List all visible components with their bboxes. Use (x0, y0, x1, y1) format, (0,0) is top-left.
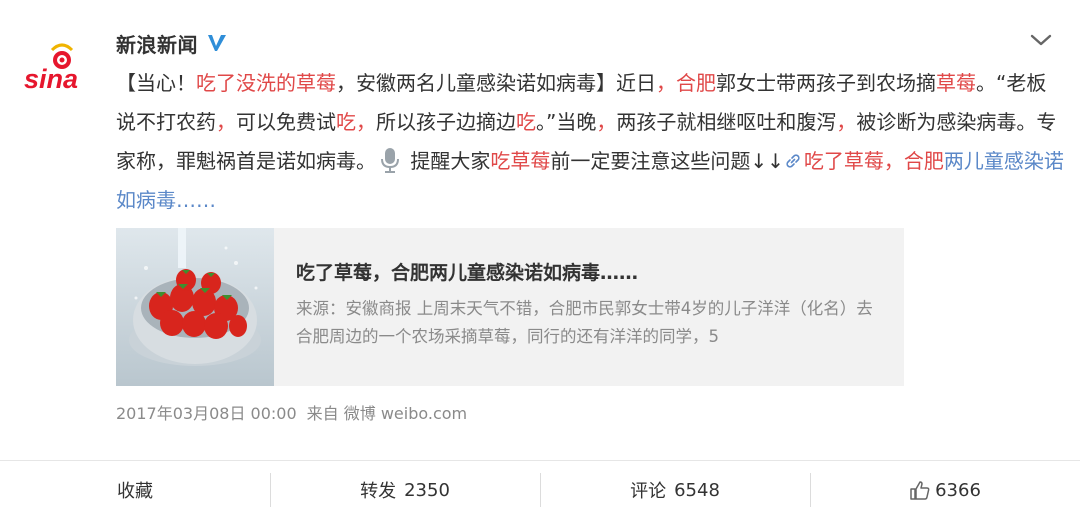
post-text-segment: ，安徽两名儿童感染诺如病毒】近日 (336, 71, 656, 95)
post-highlight-text[interactable]: 吃， (336, 110, 376, 134)
post-highlight-text[interactable]: ， (216, 110, 236, 134)
post-text-segment: 郭女士带两孩子到农场摘 (716, 71, 936, 95)
post-highlight-text[interactable]: 吃 (516, 110, 536, 134)
author-row: 新浪新闻 (116, 26, 228, 60)
favorite-label: 收藏 (117, 481, 153, 502)
post-time[interactable]: 2017年03月08日 00:00 (116, 400, 297, 424)
post-text-segment: 【当心！ (116, 71, 196, 95)
favorite-button[interactable]: 收藏 (0, 473, 270, 507)
post-meta: 2017年03月08日 00:00 来自 微博 weibo.com (116, 400, 467, 424)
post-text: 【当心！吃了没洗的草莓，安徽两名儿童感染诺如病毒】近日，合肥郭女士带两孩子到农场… (116, 64, 1066, 220)
sina-logo-icon: sina (24, 43, 78, 94)
thumbs-up-icon (910, 481, 930, 500)
post-highlight-text[interactable]: 吃了草莓，合肥 (804, 149, 944, 173)
svg-text:sina: sina (24, 64, 78, 94)
strawberries-image-icon (116, 228, 274, 386)
verified-icon (206, 32, 228, 54)
link-icon[interactable] (784, 144, 802, 168)
repost-button[interactable]: 转发 2350 (270, 473, 540, 507)
post-text-segment: 前一定要注意这些问题↓↓ (550, 149, 784, 173)
microphone-icon (380, 147, 400, 173)
post-highlight-text[interactable]: 吃草莓 (490, 149, 550, 173)
post-text-segment: 提醒大家 (404, 149, 491, 173)
repost-count: 2350 (404, 479, 450, 501)
author-name[interactable]: 新浪新闻 (116, 29, 198, 58)
card-description: 来源：安徽商报 上周末天气不错，合肥市民郭女士带4岁的儿子洋洋（化名）去合肥周边… (296, 299, 873, 346)
post-text-segment: 所以孩子边摘边 (376, 110, 516, 134)
post-highlight-text[interactable]: 草莓 (936, 71, 976, 95)
avatar[interactable]: sina (22, 42, 102, 94)
comment-count: 6548 (674, 479, 720, 501)
chevron-down-icon[interactable] (1028, 30, 1054, 50)
post-highlight-text[interactable]: ，合肥 (656, 71, 716, 95)
post-highlight-text[interactable]: ， (836, 110, 856, 134)
comment-button[interactable]: 评论 6548 (540, 473, 810, 507)
post-highlight-text[interactable]: ， (596, 110, 616, 134)
action-bar: 收藏 转发 2350 评论 6548 6366 (0, 460, 1080, 519)
post-highlight-text[interactable]: 吃了没洗的草莓 (196, 71, 336, 95)
post-text-segment: 两孩子就相继呕吐和腹泻 (616, 110, 837, 134)
like-count: 6366 (935, 479, 981, 501)
card-title: 吃了草莓，合肥两儿童感染诺如病毒…… (296, 262, 639, 284)
post-text-segment: 可以免费试 (236, 110, 336, 134)
repost-label: 转发 (360, 481, 397, 502)
link-card[interactable]: 吃了草莓，合肥两儿童感染诺如病毒…… 来源：安徽商报 上周末天气不错，合肥市民郭… (116, 228, 904, 386)
post-text-segment: 。”当晚 (536, 110, 597, 134)
comment-label: 评论 (630, 481, 667, 502)
post-source: 来自 微博 weibo.com (306, 404, 468, 423)
like-button[interactable]: 6366 (810, 473, 1080, 507)
